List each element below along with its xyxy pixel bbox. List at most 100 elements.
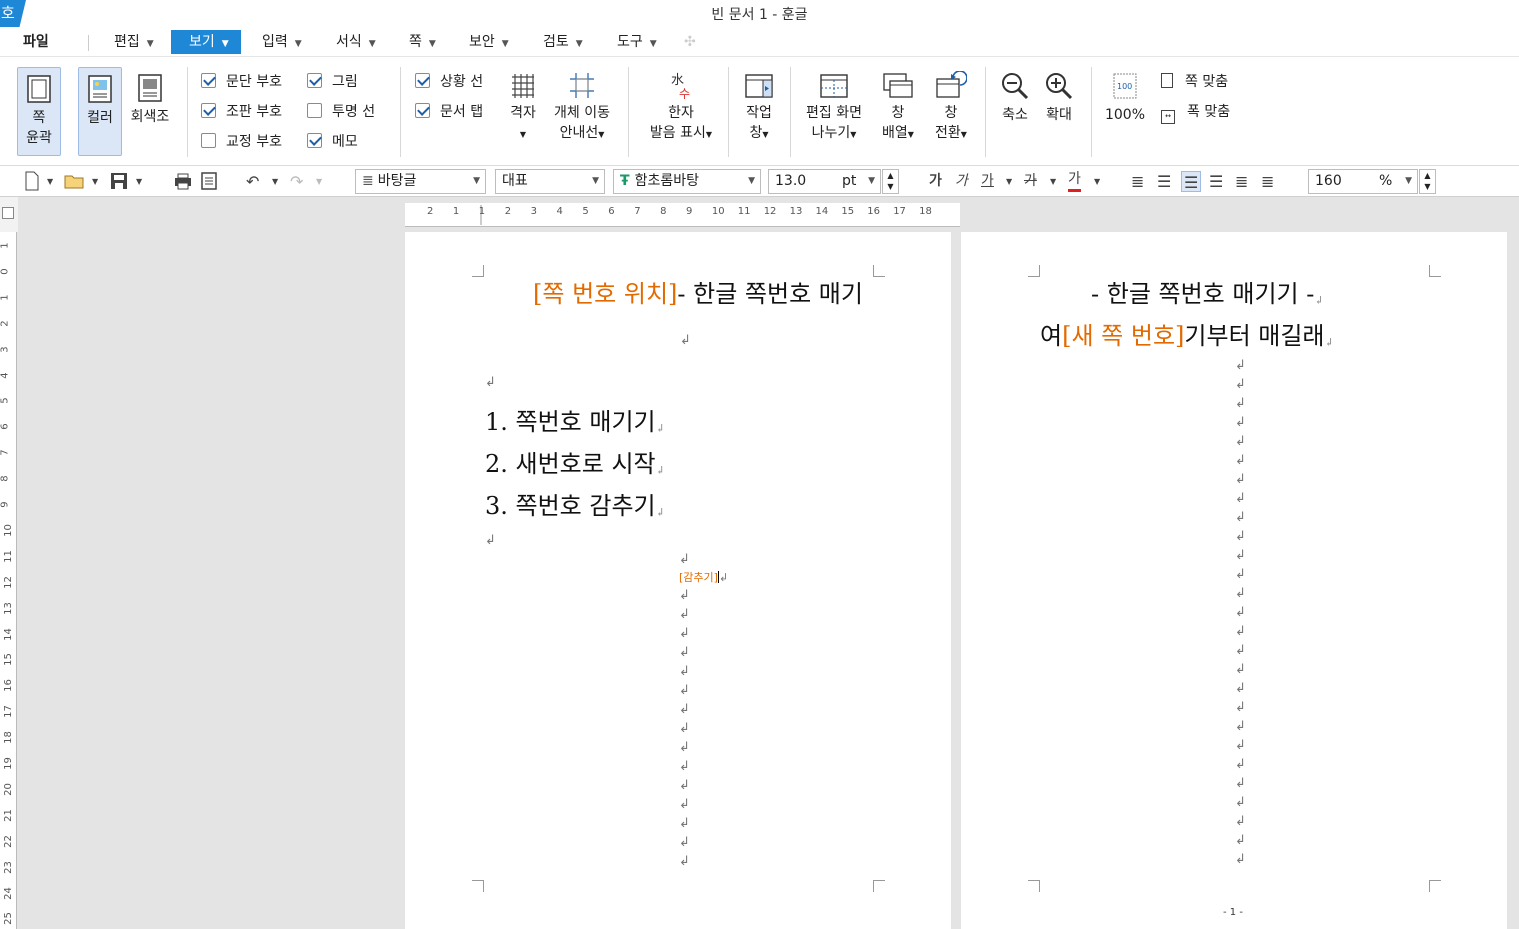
style-select[interactable]: ≣ 바탕글 ▼ <box>355 169 486 194</box>
align-left-icon[interactable]: ☰ <box>1157 171 1171 192</box>
new-page-number-code[interactable]: [새 쪽 번호] <box>1062 322 1184 350</box>
chevron-down-icon[interactable]: ▼ <box>316 171 322 192</box>
strikethrough-button[interactable]: 가 <box>1024 171 1037 192</box>
object-move-guide-label-2: 안내선 <box>559 125 599 141</box>
page2-subline[interactable]: 여[새 쪽 번호]기부터 매길래↲ <box>1040 316 1334 351</box>
grid-button[interactable]: 격자 ▼ <box>503 71 543 156</box>
chevron-down-icon[interactable]: ▼ <box>1006 171 1012 192</box>
menu-view[interactable]: 보기 ▼ <box>171 30 241 54</box>
list-item[interactable]: 1. 쪽번호 매기기↲ <box>485 402 665 437</box>
list-item-text: 3. 쪽번호 감추기 <box>485 492 656 520</box>
chevron-down-icon[interactable]: ▼ <box>92 171 98 192</box>
hide-page-number-code[interactable]: [감추기]↲ <box>679 569 728 585</box>
grayscale-button[interactable]: 회색조 <box>127 67 173 156</box>
font-color-button[interactable]: 가 <box>1068 171 1081 192</box>
task-pane-button[interactable]: 작업 창▼ <box>739 71 779 156</box>
task-pane-label-1: 작업 <box>746 105 772 121</box>
open-folder-icon[interactable] <box>64 171 86 192</box>
ruler-corner[interactable] <box>0 197 18 232</box>
horizontal-ruler[interactable]: 2 1 1 2 3 4 5 6 7 8 9 10 11 12 13 14 15 16 17 18 <box>405 203 960 227</box>
tab-type-icon[interactable] <box>2 207 14 219</box>
window-switch-button[interactable]: 창 전환▼ <box>930 71 972 156</box>
checkbox-proofreading-marks[interactable]: 교정 부호 <box>201 132 282 152</box>
underline-button[interactable]: 가 <box>981 171 994 192</box>
align-divide-icon[interactable]: ≣ <box>1261 171 1274 192</box>
chevron-down-icon[interactable]: ▼ <box>136 171 142 192</box>
crop-mark <box>873 880 885 892</box>
checkbox-control-codes[interactable]: 조판 부호 <box>201 102 282 122</box>
ruler-tick-label: 12 <box>763 206 777 217</box>
fit-page-label: 쪽 맞춤 <box>1185 74 1229 90</box>
align-distribute-icon[interactable]: ≣ <box>1235 171 1248 192</box>
zoom-value: 160 <box>1315 173 1342 189</box>
zoom-100-button[interactable]: 100 100% <box>1100 71 1150 131</box>
align-justify-icon[interactable]: ≣ <box>1131 171 1144 192</box>
switch-label-1: 창 <box>944 105 958 121</box>
format-toolbar: ▼ ▼ ▼ ↶ ▼ ↷ ▼ ≣ 바탕글 ▼ 대표 ▼ Ŧ 함초롬바탕 ▼ 13.0 pt ▼ … <box>0 166 1519 197</box>
menu-file[interactable]: 파일 <box>23 30 49 54</box>
chevron-down-icon[interactable]: ▼ <box>1094 171 1100 192</box>
align-right-icon[interactable]: ☰ <box>1209 171 1223 192</box>
fit-width-button[interactable]: ↔ 폭 맞춤 <box>1161 102 1230 124</box>
redo-icon[interactable]: ↷ <box>290 171 303 192</box>
paragraph-mark: ↲ <box>1235 643 1246 658</box>
undo-icon[interactable]: ↶ <box>246 171 259 192</box>
chevron-down-icon[interactable]: ▼ <box>272 171 278 192</box>
document-page-1[interactable]: [쪽 번호 위치]- 한글 쪽번호 매기 ↲ ↲ 1. 쪽번호 매기기↲ 2. … <box>405 232 951 929</box>
object-move-guide-button[interactable]: 개체 이동 안내선▼ <box>549 71 615 156</box>
language-select[interactable]: 대표 ▼ <box>495 169 605 194</box>
vertical-ruler[interactable]: 1 0 1 2 3 4 5 6 7 8 9 10 11 12 13 14 15 16 17 18 19 20 21 22 23 2… <box>0 232 17 929</box>
puzzle-icon[interactable]: ✣ <box>684 30 696 54</box>
new-document-icon[interactable] <box>24 171 40 192</box>
zoom-out-button[interactable]: 축소 <box>996 71 1034 131</box>
page-outline-button[interactable]: 쪽 윤곽 <box>17 67 61 156</box>
print-preview-icon[interactable] <box>200 171 218 192</box>
checkbox-pictures[interactable]: 그림 <box>307 72 358 92</box>
menu-review[interactable]: 검토 ▼ <box>543 30 583 54</box>
list-item[interactable]: 3. 쪽번호 감추기↲ <box>485 486 665 521</box>
chevron-down-icon[interactable]: ▼ <box>1050 171 1056 192</box>
checkbox-status-lines[interactable]: 상황 선 <box>415 72 483 92</box>
bold-button[interactable]: 가 <box>929 171 942 192</box>
ruler-tick-label: 8 <box>0 475 11 482</box>
paragraph-mark: ↲ <box>679 778 690 793</box>
align-center-icon[interactable]: ☰ <box>1181 171 1202 192</box>
ruler-tick-label: 10 <box>2 524 14 537</box>
italic-button[interactable]: 가 <box>955 171 968 192</box>
page2-heading[interactable]: - 한글 쪽번호 매기기 -↲ <box>1091 274 1324 309</box>
menu-security[interactable]: 보안 ▼ <box>469 30 509 54</box>
menu-insert[interactable]: 입력 ▼ <box>262 30 302 54</box>
zoom-input[interactable]: 160% ▼ <box>1308 169 1418 194</box>
page-number-position-code[interactable]: [쪽 번호 위치] <box>533 280 677 308</box>
document-page-2[interactable]: - 한글 쪽번호 매기기 -↲ 여[새 쪽 번호]기부터 매길래↲ ↲ ↲ ↲ ↲ ↲ ↲… <box>961 232 1507 929</box>
hanja-pronunciation-button[interactable]: 水수 한자 발음 표시▼ <box>644 71 718 156</box>
fit-page-button[interactable]: 쪽 맞춤 <box>1161 72 1228 92</box>
menu-page[interactable]: 쪽 ▼ <box>409 30 436 54</box>
print-icon[interactable] <box>174 171 192 192</box>
checkbox-paragraph-marks[interactable]: 문단 부호 <box>201 72 282 92</box>
checkbox-memo[interactable]: 메모 <box>307 132 358 152</box>
zoom-in-button[interactable]: 확대 <box>1040 71 1078 131</box>
arrange-label-1: 창 <box>891 105 905 121</box>
window-arrange-icon <box>883 73 913 98</box>
font-size-stepper[interactable]: ▲ ▼ <box>882 169 899 194</box>
menu-edit[interactable]: 편집 ▼ <box>114 30 154 54</box>
font-size-input[interactable]: 13.0 pt ▼ <box>768 169 881 194</box>
object-move-guide-label-1: 개체 이동 <box>554 105 610 121</box>
split-view-button[interactable]: 편집 화면 나누기▼ <box>800 71 868 156</box>
window-arrange-button[interactable]: 창 배열▼ <box>878 71 918 156</box>
menu-tools[interactable]: 도구 ▼ <box>617 30 657 54</box>
chevron-down-icon[interactable]: ▼ <box>47 171 53 192</box>
zoom-stepper[interactable]: ▲ ▼ <box>1419 169 1436 194</box>
checkbox-document-tabs[interactable]: 문서 탭 <box>415 102 483 122</box>
menu-bar: 파일 편집 ▼ 보기 ▼ 입력 ▼ 서식 ▼ 쪽 ▼ 보안 ▼ 검토 ▼ 도구 ▼ ✣ <box>0 27 1519 57</box>
page1-heading[interactable]: [쪽 번호 위치]- 한글 쪽번호 매기 <box>533 274 951 309</box>
ribbon-divider <box>1091 67 1092 157</box>
color-mode-button[interactable]: 컬러 <box>78 67 122 156</box>
menu-format[interactable]: 서식 ▼ <box>336 30 376 54</box>
list-item[interactable]: 2. 새번호로 시작↲ <box>485 444 665 479</box>
svg-text:100: 100 <box>1117 82 1132 91</box>
save-icon[interactable] <box>110 171 128 192</box>
checkbox-transparent-lines[interactable]: 투명 선 <box>307 102 375 122</box>
font-select[interactable]: Ŧ 함초롬바탕 ▼ <box>613 169 761 194</box>
